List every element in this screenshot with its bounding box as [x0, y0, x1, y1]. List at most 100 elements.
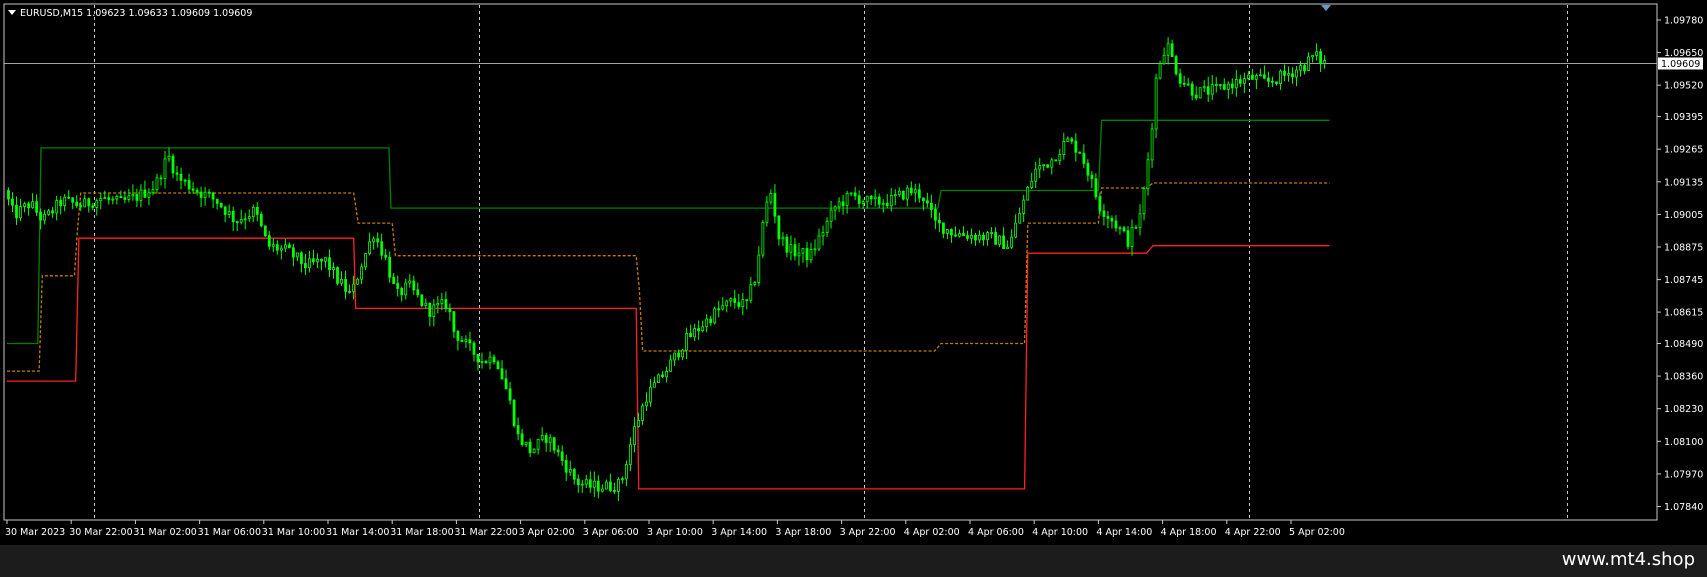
- candle-body: [817, 235, 821, 250]
- candle-body: [1234, 79, 1238, 89]
- candle-body: [653, 382, 656, 388]
- candle-body: [1162, 54, 1166, 65]
- y-tick-label: 1.08875: [1664, 243, 1703, 254]
- candle-body: [1178, 73, 1182, 84]
- candle-body: [773, 193, 777, 217]
- candle-body: [769, 193, 773, 203]
- candle-body: [1014, 222, 1017, 238]
- candle-body: [307, 258, 311, 269]
- candle-body: [580, 483, 584, 486]
- candle-body: [930, 202, 933, 210]
- candle-body: [1158, 63, 1162, 79]
- candle-body: [849, 192, 853, 195]
- candle-body: [1042, 164, 1046, 167]
- candle-body: [480, 360, 484, 363]
- candle-body: [336, 267, 339, 284]
- candle-body: [1222, 84, 1226, 90]
- y-tick-label: 1.08360: [1664, 372, 1703, 383]
- candle-body: [637, 419, 640, 427]
- candle-body: [368, 241, 372, 255]
- candle-body: [1230, 83, 1234, 89]
- candle-body: [27, 203, 31, 209]
- candle-body: [745, 299, 749, 302]
- candle-body: [440, 299, 444, 304]
- candle-body: [384, 254, 388, 258]
- x-tick-label: 31 Mar 18:00: [390, 527, 453, 538]
- y-tick-label: 1.08745: [1664, 275, 1703, 286]
- candle-body: [143, 189, 147, 198]
- y-tick-label: 1.09265: [1664, 145, 1703, 156]
- candle-body: [43, 213, 46, 221]
- candle-body: [685, 333, 688, 351]
- candle-body: [472, 342, 476, 355]
- candle-body: [87, 198, 91, 207]
- candle-body: [901, 190, 905, 200]
- candle-body: [299, 252, 303, 264]
- candle-body: [1243, 78, 1246, 84]
- candle-body: [227, 210, 231, 215]
- candle-body: [344, 278, 348, 292]
- current-price-label: 1.09609: [1661, 59, 1700, 70]
- candle-body: [649, 386, 652, 403]
- x-tick-label: 31 Mar 22:00: [454, 527, 517, 538]
- candle-body: [592, 480, 596, 488]
- candle-body: [881, 202, 885, 205]
- candle-body: [889, 194, 893, 207]
- candle-body: [1299, 65, 1302, 71]
- candle-body: [689, 333, 692, 338]
- candle-body: [524, 441, 528, 445]
- candle-body: [187, 179, 191, 190]
- candle-body: [572, 468, 576, 480]
- candle-body: [673, 352, 676, 361]
- candle-body: [516, 425, 520, 435]
- candle-body: [645, 401, 648, 407]
- candle-body: [271, 244, 275, 247]
- x-tick-label: 4 Apr 06:00: [968, 527, 1024, 538]
- candle-body: [970, 234, 973, 239]
- candle-body: [147, 192, 151, 198]
- candle-body: [492, 356, 496, 363]
- candle-body: [934, 208, 937, 221]
- chart-background: [0, 0, 1707, 545]
- price-chart[interactable]: 1.09780 1.09650 1.09520 1.09395 1.09265 1.091…: [0, 0, 1707, 545]
- candle-body: [1026, 186, 1030, 201]
- candle-body: [159, 177, 163, 180]
- candle-body: [59, 200, 63, 207]
- candle-body: [287, 244, 291, 249]
- candle-body: [356, 278, 360, 285]
- candle-body: [171, 155, 175, 174]
- candle-body: [833, 206, 837, 211]
- candle-body: [1090, 174, 1094, 180]
- y-tick-label: 1.08490: [1664, 339, 1703, 350]
- candle-body: [1263, 74, 1266, 79]
- candle-body: [155, 177, 159, 190]
- candle-body: [512, 399, 516, 427]
- candle-body: [1150, 128, 1154, 161]
- candle-body: [508, 388, 512, 401]
- candle-body: [79, 205, 83, 208]
- candle-body: [311, 258, 315, 263]
- candle-body: [1267, 77, 1270, 82]
- candle-body: [1170, 43, 1174, 57]
- candle-body: [1303, 65, 1306, 72]
- candle-body: [946, 229, 949, 234]
- candle-body: [67, 196, 71, 199]
- candle-body: [613, 489, 616, 492]
- x-tick-label: 31 Mar 02:00: [133, 527, 196, 538]
- candle-body: [251, 206, 255, 217]
- candle-body: [460, 339, 464, 342]
- candle-body: [1283, 70, 1286, 76]
- candle-body: [364, 253, 368, 268]
- candle-body: [753, 282, 757, 285]
- y-tick-label: 1.09005: [1664, 210, 1703, 221]
- candle-body: [239, 219, 243, 223]
- candle-body: [396, 283, 400, 289]
- watermark-text: www.mt4.shop: [1561, 549, 1695, 570]
- x-tick-label: 3 Apr 18:00: [775, 527, 831, 538]
- candle-body: [131, 193, 135, 197]
- candle-body: [340, 278, 343, 284]
- candle-body: [717, 308, 721, 311]
- candle-body: [324, 257, 327, 262]
- candle-body: [267, 235, 271, 247]
- candle-body: [444, 299, 448, 310]
